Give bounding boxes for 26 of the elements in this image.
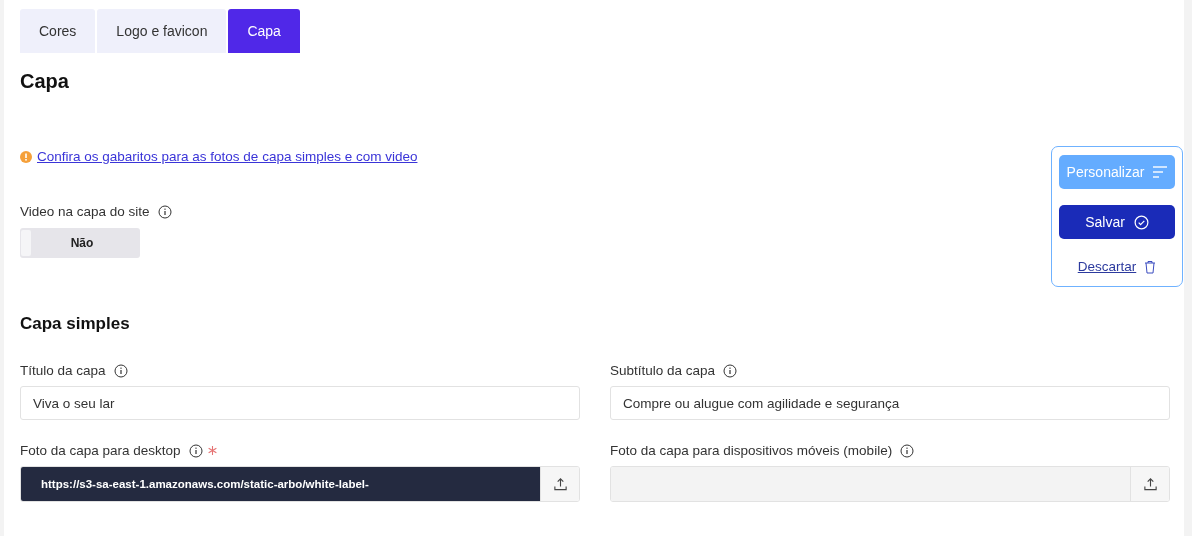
template-link[interactable]: Confira os gabaritos para as fotos de capa simples e com video: [37, 149, 418, 164]
text-field[interactable]: Compre ou alugue com agilidade e segurança: [610, 386, 1170, 420]
warning-icon: [20, 150, 32, 163]
filter-icon: [1153, 166, 1168, 178]
required-icon: [207, 446, 217, 455]
field-label: Subtítulo da capa: [610, 363, 716, 378]
info-icon[interactable]: [157, 204, 172, 219]
save-button[interactable]: Salvar: [1059, 205, 1175, 239]
info-icon[interactable]: [900, 443, 915, 458]
section-title: Capa simples: [20, 314, 131, 334]
field-label: Foto da capa para desktop: [20, 443, 181, 458]
info-icon[interactable]: [113, 363, 128, 378]
field-label: Video na capa do site: [20, 204, 150, 219]
text-field[interactable]: Viva o seu lar: [20, 386, 580, 420]
video-toggle[interactable]: Não: [20, 228, 140, 258]
info-icon[interactable]: [188, 443, 203, 458]
page-title: Capa: [20, 70, 70, 93]
field-label: Foto da capa para dispositivos móveis (mobile): [610, 443, 893, 458]
check-circle-icon: [1133, 214, 1149, 230]
info-icon[interactable]: [723, 363, 738, 378]
tab[interactable]: Capa: [228, 9, 300, 53]
tab[interactable]: Logo e favicon: [97, 9, 227, 53]
discard-link[interactable]: Descartar: [1077, 259, 1137, 274]
trash-icon[interactable]: [1144, 259, 1157, 274]
tab[interactable]: Cores: [20, 9, 96, 53]
field-label: Título da capa: [20, 363, 106, 378]
